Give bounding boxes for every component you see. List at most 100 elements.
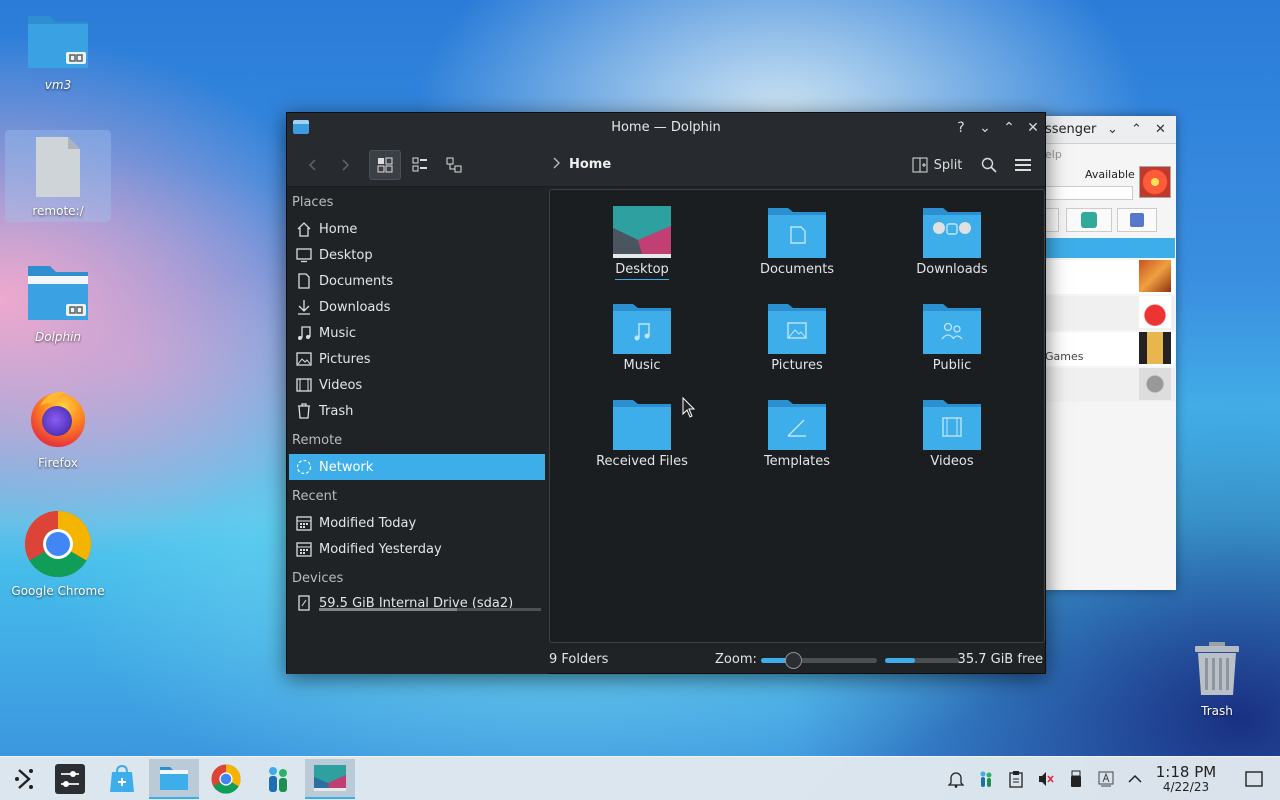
desktop-preview-icon <box>314 765 346 791</box>
maximize-button[interactable]: ⌃ <box>999 118 1019 138</box>
desktop-icon-label: Dolphin <box>34 330 82 344</box>
settings-task[interactable] <box>45 759 95 799</box>
folder-item-templates[interactable]: Templates <box>737 398 857 471</box>
places-item-music[interactable]: Music <box>289 320 545 346</box>
places-item-desktop[interactable]: Desktop <box>289 242 545 268</box>
minimize-button[interactable]: ⌄ <box>1107 122 1118 137</box>
mouse-cursor-icon <box>682 397 696 418</box>
search-field[interactable] <box>1045 186 1133 200</box>
free-space-bar[interactable] <box>885 658 959 663</box>
system-tray-expand-icon[interactable] <box>1125 769 1145 789</box>
application-launcher-button[interactable] <box>0 759 50 799</box>
picture-icon <box>296 352 312 366</box>
split-button[interactable]: Split <box>909 150 965 180</box>
breadcrumb-home[interactable]: Home <box>569 157 611 172</box>
maximize-button[interactable]: ⌃ <box>1131 122 1142 137</box>
folder-downloads-icon <box>923 208 981 258</box>
places-item-documents[interactable]: Documents <box>289 268 545 294</box>
icons-view-icon <box>377 157 393 173</box>
clipboard-icon[interactable] <box>1006 769 1026 789</box>
hamburger-menu-button[interactable] <box>1011 150 1035 180</box>
taskbar: 1:18 PM 4/22/23 <box>0 756 1280 800</box>
clock-date: 4/22/23 <box>1162 780 1210 794</box>
section-header-places: Places <box>292 195 334 210</box>
places-item-network[interactable]: Network <box>289 454 545 480</box>
desktop-icon-remote[interactable]: remote:/ <box>5 130 111 222</box>
tools-button[interactable] <box>1117 208 1157 232</box>
places-item-downloads[interactable]: Downloads <box>289 294 545 320</box>
desktop-icon-vm3[interactable]: vm3 <box>5 10 111 92</box>
window-titlebar[interactable]: Home — Dolphin ? ⌄ ⌃ ✕ <box>287 113 1045 143</box>
folder-public-icon <box>923 304 981 354</box>
zoom-slider-handle[interactable] <box>785 652 802 669</box>
calendar-icon <box>296 542 312 557</box>
folder-link-icon <box>28 16 88 68</box>
desktop-preview-task[interactable] <box>305 759 355 799</box>
places-item-pictures[interactable]: Pictures <box>289 346 545 372</box>
forward-button[interactable] <box>331 150 359 180</box>
menu-fragment[interactable]: elp <box>1045 148 1062 161</box>
close-button[interactable]: ✕ <box>1023 118 1043 138</box>
messenger-titlebar[interactable]: ssenger ⌄ ⌃ ✕ <box>1035 116 1176 144</box>
places-item-internal-drive[interactable]: 59.5 GiB Internal Drive (sda2) <box>289 590 545 616</box>
folder-item-downloads[interactable]: Downloads <box>892 206 1012 279</box>
desktop-icon-trash[interactable]: Trash <box>1164 640 1270 718</box>
dolphin-task[interactable] <box>149 759 199 799</box>
dolphin-window[interactable]: Home — Dolphin ? ⌄ ⌃ ✕ Home Split Places… <box>286 112 1046 674</box>
discover-task[interactable] <box>97 759 147 799</box>
usb-device-icon[interactable] <box>1066 769 1086 789</box>
file-view[interactable]: Desktop Documents Downloads Music Pictur… <box>549 189 1045 643</box>
places-item-videos[interactable]: Videos <box>289 372 545 398</box>
desktop-icon-dolphin[interactable]: Dolphin <box>5 262 111 344</box>
volume-muted-icon[interactable] <box>1036 769 1056 789</box>
search-button[interactable] <box>977 150 1001 180</box>
messenger-task[interactable] <box>253 759 303 799</box>
messenger-tray-icon[interactable] <box>976 769 996 789</box>
selected-group-row[interactable] <box>1045 238 1175 258</box>
document-icon <box>298 273 310 289</box>
folder-item-videos[interactable]: Videos <box>892 398 1012 471</box>
zoom-slider[interactable] <box>761 652 877 669</box>
places-item-modified-yesterday[interactable]: Modified Yesterday <box>289 536 545 562</box>
show-desktop-icon[interactable] <box>1244 769 1264 789</box>
minimize-button[interactable]: ⌄ <box>975 118 995 138</box>
places-item-modified-today[interactable]: Modified Today <box>289 510 545 536</box>
details-view-button[interactable] <box>439 150 469 180</box>
icons-view-button[interactable] <box>369 150 401 180</box>
details-view-icon <box>446 157 462 173</box>
back-button[interactable] <box>299 150 327 180</box>
input-method-icon[interactable] <box>1096 769 1116 789</box>
chrome-task[interactable] <box>201 759 251 799</box>
folder-item-public[interactable]: Public <box>892 302 1012 375</box>
add-contact-button[interactable] <box>1066 208 1112 232</box>
places-item-label: Videos <box>319 377 363 393</box>
breadcrumb-arrow-icon[interactable] <box>552 156 562 174</box>
home-icon <box>297 222 311 237</box>
folder-item-documents[interactable]: Documents <box>737 206 857 279</box>
folder-item-music[interactable]: Music <box>582 302 702 375</box>
desktop-icon-chrome[interactable]: Google Chrome <box>5 510 111 598</box>
places-item-label: Modified Today <box>319 515 417 531</box>
places-item-label: Music <box>319 325 356 341</box>
folder-item-pictures[interactable]: Pictures <box>737 302 857 375</box>
discover-icon <box>110 764 134 792</box>
group-label[interactable]: Games <box>1045 350 1083 363</box>
messenger-window[interactable]: ssenger ⌄ ⌃ ✕ elp Available Games <box>1035 116 1176 590</box>
close-button[interactable]: ✕ <box>1155 122 1166 137</box>
section-header-recent: Recent <box>292 489 337 504</box>
user-avatar[interactable] <box>1139 166 1171 198</box>
desktop-icon-firefox[interactable]: Firefox <box>5 386 111 470</box>
digital-clock[interactable]: 1:18 PM 4/22/23 <box>1150 763 1222 794</box>
places-item-trash[interactable]: Trash <box>289 398 545 424</box>
status-label[interactable]: Available <box>1085 168 1135 181</box>
places-panel: Places Home Desktop Documents Downloads … <box>287 188 548 674</box>
music-note-icon <box>298 326 311 340</box>
notifications-icon[interactable] <box>946 769 966 789</box>
places-item-home[interactable]: Home <box>289 216 545 242</box>
status-bar: 9 Folders Zoom: 35.7 GiB free <box>549 648 1045 674</box>
compact-view-button[interactable] <box>405 150 435 180</box>
folder-item-desktop[interactable]: Desktop <box>582 206 702 280</box>
toolbar-button[interactable] <box>1045 208 1059 232</box>
help-button[interactable]: ? <box>951 118 971 138</box>
folder-label: Received Files <box>596 454 688 469</box>
